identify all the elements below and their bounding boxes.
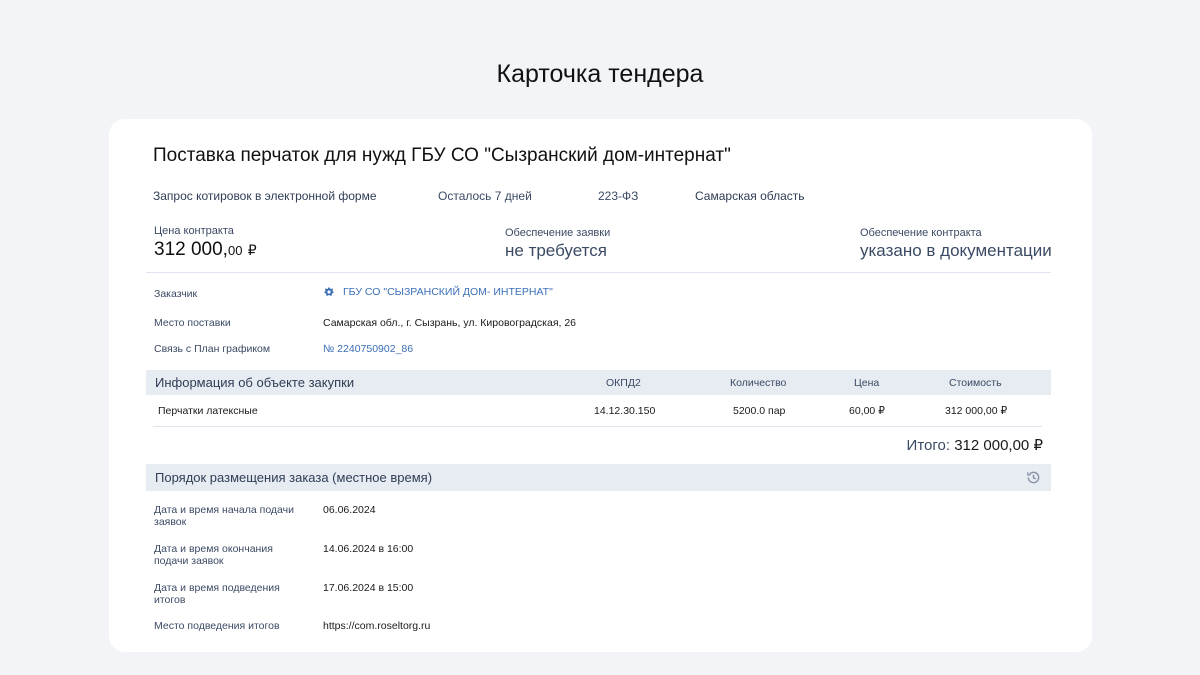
- contract-security-value: указано в документации: [860, 241, 1052, 260]
- start-value: 06.06.2024: [323, 504, 376, 516]
- item-okpd: 14.12.30.150: [594, 405, 656, 417]
- history-icon[interactable]: [1026, 470, 1041, 485]
- results-value: 17.06.2024 в 15:00: [323, 582, 414, 594]
- plan-label: Связь с План графиком: [154, 343, 271, 355]
- col-okpd: ОКПД2: [606, 377, 641, 389]
- row-divider: [153, 426, 1042, 427]
- delivery-label: Место поставки: [154, 317, 231, 329]
- total-label: Итого:: [906, 437, 951, 454]
- contract-price-label: Цена контракта: [154, 225, 234, 237]
- emblem-icon: [323, 286, 335, 298]
- item-qty: 5200.0 пар: [733, 405, 786, 417]
- contract-price-cents: 00: [227, 243, 243, 258]
- start-label: Дата и время начала подачи заявок: [154, 504, 294, 528]
- end-label: Дата и время окончания подачи заявок: [154, 543, 273, 567]
- tender-card: Поставка перчаток для нужд ГБУ СО "Сызра…: [109, 119, 1092, 652]
- page-heading: Карточка тендера: [496, 60, 704, 88]
- contract-price-main: 312 000,: [154, 239, 228, 260]
- time-left: Осталось 7 дней: [438, 189, 532, 203]
- currency-sign: ₽: [247, 242, 257, 258]
- customer-link[interactable]: ГБУ СО "СЫЗРАНСКИЙ ДОМ- ИНТЕРНАТ": [323, 286, 553, 298]
- procedure-type: Запрос котировок в электронной форме: [153, 189, 377, 203]
- results-label: Дата и время подведения итогов: [154, 582, 280, 606]
- contract-price: 312 000,00 ₽: [154, 239, 257, 261]
- items-section-title: Информация об объекте закупки: [155, 375, 355, 390]
- bid-security-label: Обеспечение заявки: [505, 227, 611, 239]
- divider: [146, 272, 1051, 273]
- item-cost: 312 000,00 ₽: [945, 405, 1008, 417]
- customer-label: Заказчик: [154, 288, 198, 300]
- order-section-title: Порядок размещения заказа (местное время…: [155, 470, 433, 485]
- place-value[interactable]: https://com.roseltorg.ru: [323, 620, 430, 632]
- order-section-header: Порядок размещения заказа (местное время…: [146, 464, 1051, 491]
- col-price: Цена: [854, 377, 880, 389]
- col-cost: Стоимость: [949, 377, 1002, 389]
- tender-title[interactable]: Поставка перчаток для нужд ГБУ СО "Сызра…: [153, 145, 731, 167]
- total-value: 312 000,00 ₽: [954, 437, 1043, 454]
- col-qty: Количество: [730, 377, 787, 389]
- place-label: Место подведения итогов: [154, 620, 280, 632]
- items-section-header: Информация об объекте закупки ОКПД2 Коли…: [146, 370, 1051, 395]
- delivery-value: Самарская обл., г. Сызрань, ул. Кировогр…: [323, 317, 577, 329]
- contract-security-label: Обеспечение контракта: [860, 227, 982, 239]
- total: Итого: 312 000,00 ₽: [907, 436, 1043, 454]
- region: Самарская область: [695, 189, 805, 203]
- bid-security-value: не требуется: [505, 241, 607, 260]
- law-badge: 223-ФЗ: [598, 189, 639, 203]
- item-name: Перчатки латексные: [158, 405, 258, 417]
- item-price: 60,00 ₽: [849, 405, 885, 417]
- end-value: 14.06.2024 в 16:00: [323, 543, 414, 555]
- plan-link[interactable]: № 2240750902_86: [323, 343, 413, 355]
- customer-name: ГБУ СО "СЫЗРАНСКИЙ ДОМ- ИНТЕРНАТ": [343, 286, 553, 298]
